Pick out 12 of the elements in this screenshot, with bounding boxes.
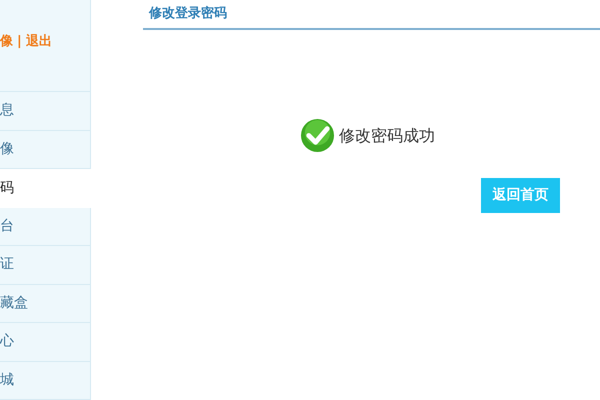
success-message: 修改密码成功	[339, 124, 435, 146]
sidebar-item[interactable]: 心	[0, 323, 91, 362]
sidebar-item[interactable]: 台	[0, 208, 91, 246]
page-title: 修改登录密码	[149, 4, 227, 24]
sidebar-item[interactable]: 证	[0, 246, 91, 284]
user-link[interactable]: 退出	[26, 32, 52, 52]
sidebar-item[interactable]: 息	[0, 92, 91, 130]
sidebar-item[interactable]: 像	[0, 130, 91, 169]
user-link[interactable]: |	[17, 32, 22, 52]
sidebar-item[interactable]: 城	[0, 362, 91, 400]
checkmark-icon	[300, 118, 335, 153]
sidebar-item[interactable]: 藏盒	[0, 284, 91, 323]
